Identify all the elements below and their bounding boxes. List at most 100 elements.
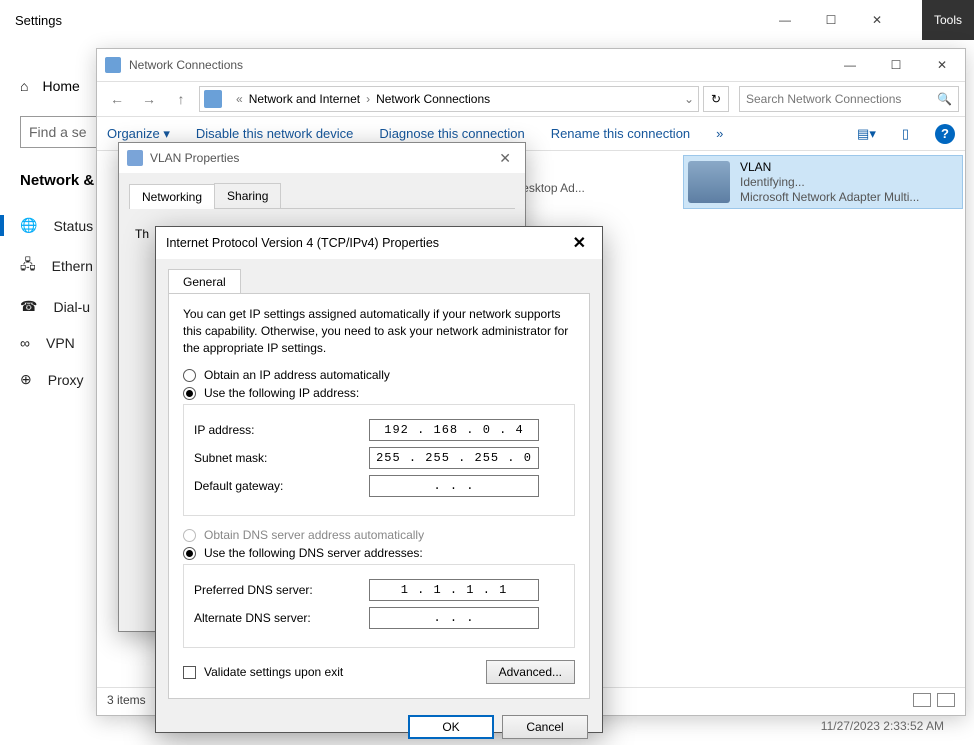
home-label: Home bbox=[42, 78, 79, 94]
view-options-icon[interactable]: ▤▾ bbox=[857, 126, 876, 142]
rename-connection-button[interactable]: Rename this connection bbox=[551, 126, 690, 141]
ok-button[interactable]: OK bbox=[408, 715, 494, 739]
timestamp-snippet: 11/27/2023 2:33:52 AM bbox=[821, 719, 944, 733]
home-icon: ⌂ bbox=[20, 78, 28, 94]
explorer-titlebar: Network Connections — ☐ ✕ bbox=[97, 49, 965, 81]
vlan-body-snippet: Th bbox=[135, 227, 149, 241]
ip-address-label: IP address: bbox=[194, 423, 369, 437]
help-icon[interactable]: ? bbox=[935, 124, 955, 144]
vlan-close-button[interactable]: ✕ bbox=[493, 150, 517, 167]
diagnose-connection-button[interactable]: Diagnose this connection bbox=[379, 126, 524, 141]
explorer-minimize-button[interactable]: — bbox=[827, 49, 873, 81]
radio-use-ip[interactable]: Use the following IP address: bbox=[183, 386, 575, 400]
explorer-window-icon bbox=[105, 57, 121, 73]
nav-ethernet-label: Ethern bbox=[52, 258, 93, 274]
validate-settings-checkbox[interactable]: Validate settings upon exit bbox=[183, 665, 343, 679]
explorer-window-title: Network Connections bbox=[129, 58, 243, 72]
close-button[interactable]: ✕ bbox=[854, 4, 900, 36]
nav-dialup-label: Dial-u bbox=[53, 299, 90, 315]
radio-obtain-ip[interactable]: Obtain an IP address automatically bbox=[183, 368, 575, 382]
preview-pane-icon[interactable]: ▯ bbox=[902, 126, 909, 142]
checkbox-icon bbox=[183, 666, 196, 679]
explorer-close-button[interactable]: ✕ bbox=[919, 49, 965, 81]
search-box[interactable]: Search Network Connections 🔍 bbox=[739, 86, 959, 112]
radio-icon bbox=[183, 547, 196, 560]
disable-device-button[interactable]: Disable this network device bbox=[196, 126, 354, 141]
nav-status-label: Status bbox=[53, 218, 93, 234]
default-gateway-label: Default gateway: bbox=[194, 479, 369, 493]
dns-field-group: Preferred DNS server: 1 . 1 . 1 . 1 Alte… bbox=[183, 564, 575, 648]
tab-sharing[interactable]: Sharing bbox=[214, 183, 281, 208]
breadcrumb-net-connections[interactable]: Network Connections bbox=[376, 92, 490, 106]
vlan-titlebar: VLAN Properties ✕ bbox=[119, 143, 525, 173]
forward-arrow-icon[interactable]: → bbox=[135, 85, 163, 113]
ip-address-input[interactable]: 192 . 168 . 0 . 4 bbox=[369, 419, 539, 441]
dialup-icon: ☎ bbox=[20, 298, 37, 315]
maximize-button[interactable]: ☐ bbox=[808, 4, 854, 36]
vpn-icon: ∞ bbox=[20, 335, 30, 351]
vlan-tabs: Networking Sharing bbox=[129, 183, 515, 209]
radio-icon bbox=[183, 387, 196, 400]
tools-label: Tools bbox=[934, 13, 962, 27]
toolbar-overflow[interactable]: » bbox=[716, 126, 723, 141]
radio-obtain-ip-label: Obtain an IP address automatically bbox=[204, 368, 390, 382]
search-icon: 🔍 bbox=[937, 92, 952, 106]
adapter-tile-vlan[interactable]: VLAN Identifying... Microsoft Network Ad… bbox=[683, 155, 963, 209]
dropdown-chevron-icon[interactable]: ⌄ bbox=[684, 92, 694, 106]
dialog-buttons: OK Cancel bbox=[156, 709, 602, 745]
validate-settings-label: Validate settings upon exit bbox=[204, 665, 343, 679]
radio-icon bbox=[183, 529, 196, 542]
radio-use-ip-label: Use the following IP address: bbox=[204, 386, 359, 400]
proxy-icon: ⊕ bbox=[20, 371, 32, 388]
tiles-view-icon[interactable] bbox=[937, 693, 955, 707]
item-count: 3 items bbox=[107, 693, 146, 707]
up-arrow-icon[interactable]: ↑ bbox=[167, 85, 195, 113]
ipv4-close-button[interactable]: ✕ bbox=[567, 233, 592, 253]
radio-obtain-dns: Obtain DNS server address automatically bbox=[183, 528, 575, 542]
organize-menu[interactable]: Organize ▾ bbox=[107, 126, 170, 142]
subnet-mask-input[interactable]: 255 . 255 . 255 . 0 bbox=[369, 447, 539, 469]
address-box[interactable]: « Network and Internet › Network Connect… bbox=[199, 86, 699, 112]
advanced-button[interactable]: Advanced... bbox=[486, 660, 575, 684]
preferred-dns-label: Preferred DNS server: bbox=[194, 583, 369, 597]
ipv4-general-panel: You can get IP settings assigned automat… bbox=[168, 293, 590, 699]
adapter-name: VLAN bbox=[740, 160, 919, 175]
radio-obtain-dns-label: Obtain DNS server address automatically bbox=[204, 528, 424, 542]
tools-panel[interactable]: Tools bbox=[922, 0, 974, 40]
address-icon bbox=[204, 90, 222, 108]
ipv4-properties-dialog: Internet Protocol Version 4 (TCP/IPv4) P… bbox=[155, 226, 603, 733]
radio-icon bbox=[183, 369, 196, 382]
ipv4-titlebar: Internet Protocol Version 4 (TCP/IPv4) P… bbox=[156, 227, 602, 259]
alternate-dns-input[interactable]: . . . bbox=[369, 607, 539, 629]
breadcrumb-net-internet[interactable]: Network and Internet bbox=[249, 92, 360, 106]
explorer-maximize-button[interactable]: ☐ bbox=[873, 49, 919, 81]
preferred-dns-input[interactable]: 1 . 1 . 1 . 1 bbox=[369, 579, 539, 601]
refresh-button[interactable]: ↻ bbox=[703, 86, 729, 112]
search-placeholder: Search Network Connections bbox=[746, 92, 901, 106]
adapter-driver: Microsoft Network Adapter Multi... bbox=[740, 190, 919, 205]
ethernet-icon: 🖧 bbox=[20, 254, 36, 278]
radio-use-dns[interactable]: Use the following DNS server addresses: bbox=[183, 546, 575, 560]
vlan-dialog-title: VLAN Properties bbox=[150, 151, 239, 165]
radio-use-dns-label: Use the following DNS server addresses: bbox=[204, 546, 423, 560]
default-gateway-input[interactable]: . . . bbox=[369, 475, 539, 497]
back-arrow-icon[interactable]: ← bbox=[103, 85, 131, 113]
tab-general[interactable]: General bbox=[168, 269, 241, 293]
details-view-icon[interactable] bbox=[913, 693, 931, 707]
adapter-status: Identifying... bbox=[740, 175, 919, 190]
alternate-dns-label: Alternate DNS server: bbox=[194, 611, 369, 625]
vlan-dialog-icon bbox=[127, 150, 143, 166]
settings-titlebar: Settings — ☐ ✕ bbox=[0, 0, 900, 40]
ipv4-description: You can get IP settings assigned automat… bbox=[183, 306, 575, 356]
ipv4-dialog-title: Internet Protocol Version 4 (TCP/IPv4) P… bbox=[166, 236, 439, 250]
chevron-right-icon: › bbox=[366, 92, 370, 106]
find-setting-placeholder: Find a se bbox=[29, 124, 87, 140]
subnet-mask-label: Subnet mask: bbox=[194, 451, 369, 465]
adapter-icon bbox=[688, 161, 730, 203]
ip-field-group: IP address: 192 . 168 . 0 . 4 Subnet mas… bbox=[183, 404, 575, 516]
explorer-address-bar: ← → ↑ « Network and Internet › Network C… bbox=[97, 81, 965, 117]
tab-networking[interactable]: Networking bbox=[129, 184, 215, 209]
minimize-button[interactable]: — bbox=[762, 4, 808, 36]
cancel-button[interactable]: Cancel bbox=[502, 715, 588, 739]
nav-proxy-label: Proxy bbox=[48, 372, 84, 388]
